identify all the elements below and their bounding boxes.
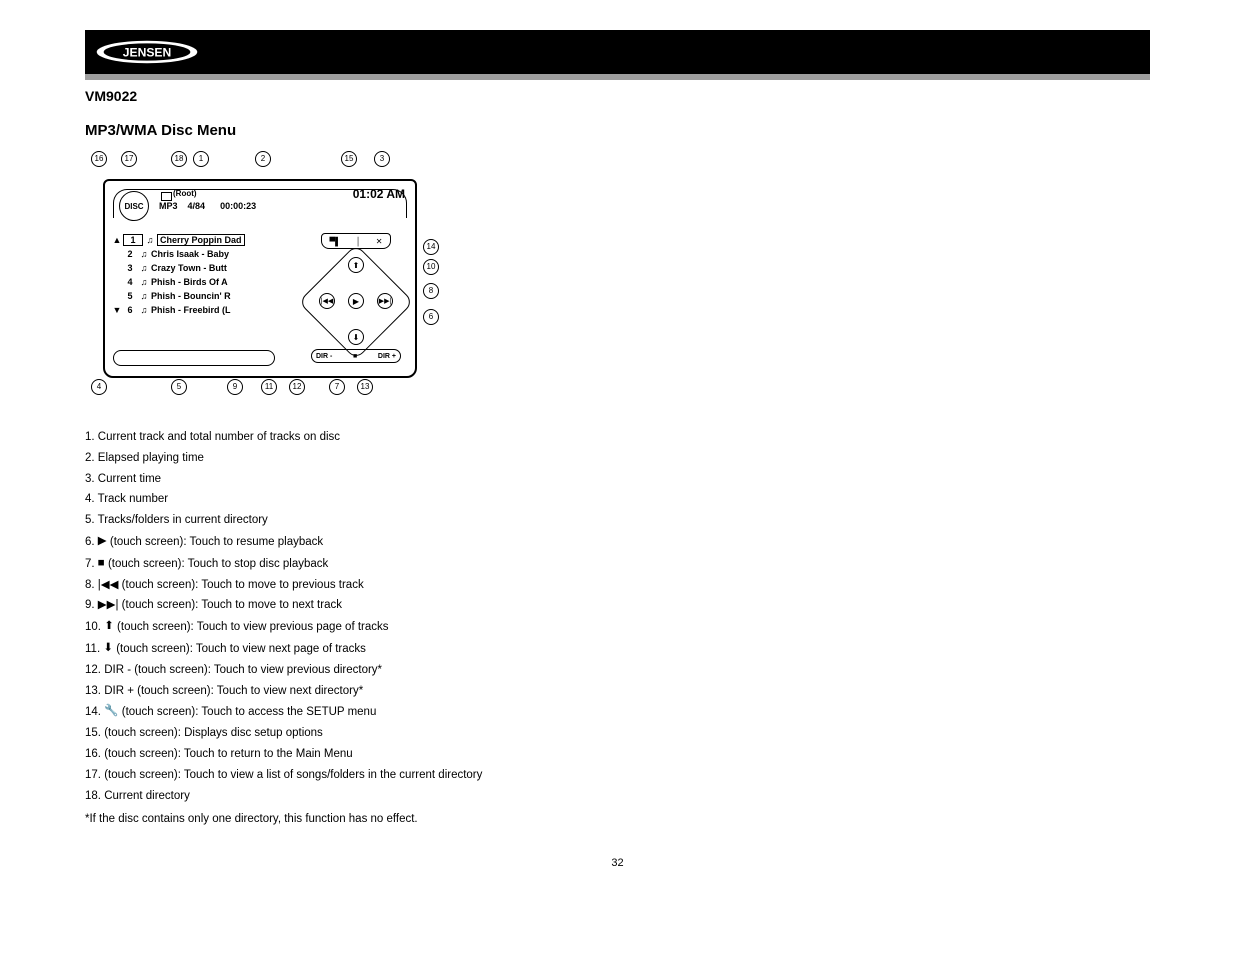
callout-7: 7 (329, 379, 345, 395)
wrench-icon[interactable]: ✕ (376, 237, 383, 246)
header-divider (85, 74, 1150, 80)
current-directory[interactable]: (Root) (173, 189, 197, 198)
callout-5: 5 (171, 379, 187, 395)
callout-10: 10 (423, 259, 439, 275)
callout-16: 16 (91, 151, 107, 167)
page-number: 32 (0, 857, 1235, 869)
legend-list: 1. Current track and total number of tra… (85, 429, 625, 805)
callout-18: 18 (171, 151, 187, 167)
play-button[interactable]: ▶ (348, 293, 364, 309)
callout-8: 8 (423, 283, 439, 299)
page-down-button[interactable]: ⬇ (348, 329, 364, 345)
player-screen: DISC (Root) MP3 4/84 00:00:23 01:02 AM ▲… (103, 179, 417, 378)
legend-item: 10. ⬆ (touch screen): Touch to view prev… (85, 618, 625, 637)
disc-icon[interactable]: DISC (119, 191, 149, 221)
track-list: ▲ 1 ♫ Cherry Poppin Dad 2 ♫ Chris Isaak … (111, 233, 289, 317)
legend-item: 5. Tracks/folders in current directory (85, 512, 625, 530)
prev-track-button[interactable]: |◀◀ (319, 293, 335, 309)
legend-item: 16. (touch screen): Touch to return to t… (85, 746, 625, 764)
callout-1: 1 (193, 151, 209, 167)
music-note-icon: ♫ (137, 263, 151, 273)
music-note-icon: ♫ (137, 249, 151, 259)
legend-item: 13. DIR + (touch screen): Touch to view … (85, 683, 625, 701)
folder-icon (161, 192, 172, 201)
play-icon: ▶ (98, 533, 107, 551)
legend-item: 14. 🔧 (touch screen): Touch to access th… (85, 703, 625, 722)
arrow-up-icon: ⬆ (104, 618, 114, 636)
legend-item: 12. DIR - (touch screen): Touch to view … (85, 662, 625, 680)
section-title: MP3/WMA Disc Menu (85, 122, 1150, 139)
setup-options-bar[interactable]: ▀▌ │ ✕ (321, 233, 391, 249)
model-number: VM9022 (85, 88, 137, 104)
callout-13: 13 (357, 379, 373, 395)
mp3-menu-diagram: 16 17 18 1 2 15 3 14 10 8 6 4 5 9 11 12 … (85, 149, 445, 409)
list-item[interactable]: 5 ♫ Phish - Bouncin' R (111, 289, 289, 303)
legend-item: 17. (touch screen): Touch to view a list… (85, 767, 625, 785)
nav-pad: ▀▌ │ ✕ ⬆ ⬇ |◀◀ ▶▶| ▶ DIR - ■ DIR + (305, 231, 405, 363)
legend-item: 15. (touch screen): Displays disc setup … (85, 725, 625, 743)
legend-item: 2. Elapsed playing time (85, 450, 625, 468)
list-item[interactable]: 2 ♫ Chris Isaak - Baby (111, 247, 289, 261)
wrench-icon: 🔧 (104, 703, 118, 721)
callout-3: 3 (374, 151, 390, 167)
setup-icon[interactable]: ▀▌ (329, 237, 340, 246)
legend-item: 11. ⬇ (touch screen): Touch to view next… (85, 640, 625, 659)
legend-item: 8. |◀◀ (touch screen): Touch to move to … (85, 577, 625, 595)
legend-item: 4. Track number (85, 491, 625, 509)
arrow-down-icon: ⬇ (103, 640, 113, 658)
header-bar: JENSEN (85, 30, 1150, 74)
music-note-icon: ♫ (137, 305, 151, 315)
legend-item: 1. Current track and total number of tra… (85, 429, 625, 447)
brand-logo: JENSEN (95, 39, 199, 65)
callout-11: 11 (261, 379, 277, 395)
callout-4: 4 (91, 379, 107, 395)
playback-info: MP3 4/84 00:00:23 (159, 201, 256, 211)
music-note-icon: ♫ (137, 291, 151, 301)
legend-item: 3. Current time (85, 471, 625, 489)
id3-field (113, 350, 275, 366)
list-item[interactable]: ▲ 1 ♫ Cherry Poppin Dad (111, 233, 289, 247)
next-track-button[interactable]: ▶▶| (377, 293, 393, 309)
stop-icon: ■ (98, 555, 105, 573)
music-note-icon: ♫ (137, 277, 151, 287)
legend-item: 6. ▶ (touch screen): Touch to resume pla… (85, 533, 625, 552)
callout-15: 15 (341, 151, 357, 167)
clock: 01:02 AM (353, 187, 405, 201)
dir-minus-button[interactable]: DIR - (316, 353, 332, 360)
legend-item: 7. ■ (touch screen): Touch to stop disc … (85, 555, 625, 574)
music-note-icon: ♫ (143, 235, 157, 245)
list-item[interactable]: 3 ♫ Crazy Town - Butt (111, 261, 289, 275)
legend-item: 9. ▶▶| (touch screen): Touch to move to … (85, 597, 625, 615)
callout-14: 14 (423, 239, 439, 255)
callout-12: 12 (289, 379, 305, 395)
callout-6: 6 (423, 309, 439, 325)
legend-item: 18. Current directory (85, 788, 625, 806)
list-item[interactable]: 4 ♫ Phish - Birds Of A (111, 275, 289, 289)
dir-plus-button[interactable]: DIR + (378, 353, 396, 360)
callout-17: 17 (121, 151, 137, 167)
footnote: *If the disc contains only one directory… (85, 813, 1150, 825)
svg-text:JENSEN: JENSEN (123, 45, 172, 59)
page-up-button[interactable]: ⬆ (348, 257, 364, 273)
callout-9: 9 (227, 379, 243, 395)
list-item[interactable]: ▼ 6 ♫ Phish - Freebird (L (111, 303, 289, 317)
stop-button[interactable]: ■ (353, 353, 357, 360)
callout-2: 2 (255, 151, 271, 167)
